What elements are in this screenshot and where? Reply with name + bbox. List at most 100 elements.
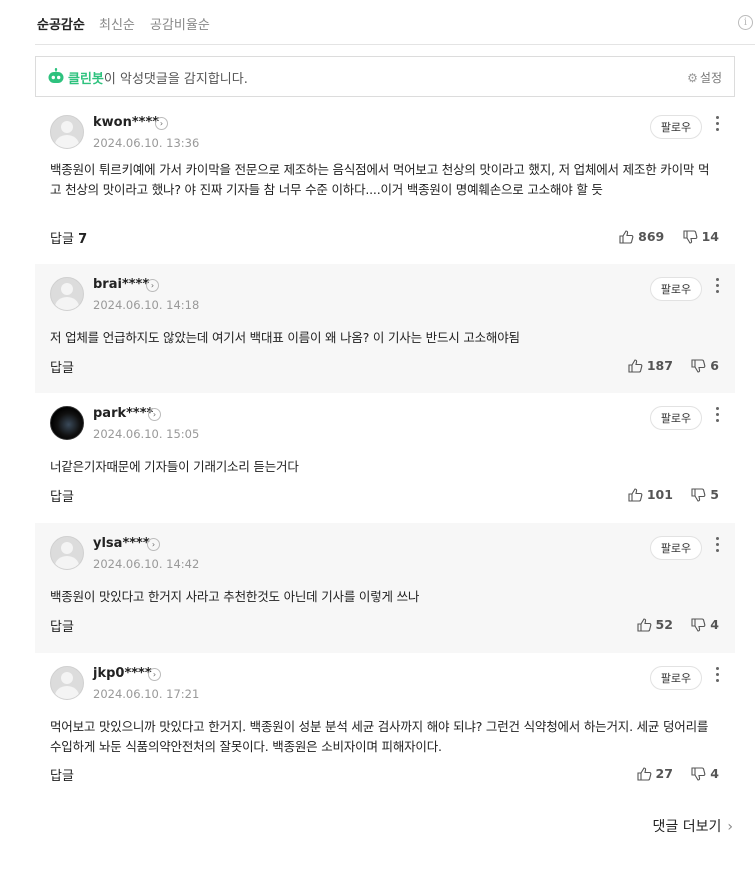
more-options-icon[interactable] <box>715 278 719 296</box>
dislike-button[interactable]: 4 <box>691 766 719 781</box>
reply-label: 답글 <box>50 490 74 505</box>
chevron-right-icon[interactable]: › <box>146 279 159 292</box>
sort-tab-latest[interactable]: 최신순 <box>99 14 135 33</box>
comment-nickname[interactable]: jkp0**** <box>93 666 152 681</box>
thumbs-up-icon <box>636 766 651 781</box>
more-options-icon[interactable] <box>715 116 719 134</box>
vote-group: 101 5 <box>614 487 719 505</box>
dislike-count: 4 <box>710 766 719 781</box>
reply-button[interactable]: 답글 <box>50 357 74 376</box>
thumbs-up-icon <box>619 229 634 244</box>
sort-tab-top-likes[interactable]: 순공감순 <box>37 14 85 33</box>
comment-item: park**** › 2024.06.10. 15:05 팔로우 너같은기자때문… <box>35 393 735 523</box>
settings-label: 설정 <box>699 71 722 85</box>
info-icon[interactable]: i <box>738 15 753 30</box>
reply-button[interactable]: 답글 <box>50 486 74 505</box>
like-count: 52 <box>655 617 673 632</box>
more-comments-label: 댓글 더보기 <box>652 819 722 835</box>
vote-group: 27 4 <box>623 766 719 784</box>
avatar[interactable] <box>50 406 84 440</box>
sort-bar: 순공감순 최신순 공감비율순 i <box>35 0 755 45</box>
reply-label: 답글 <box>50 361 74 376</box>
follow-button[interactable]: 팔로우 <box>650 406 702 430</box>
cleanbot-settings-button[interactable]: ⚙ 설정 <box>687 69 722 86</box>
follow-button[interactable]: 팔로우 <box>650 666 702 690</box>
cleanbot-message: 클린봇이 악성댓글을 감지합니다. <box>68 68 248 87</box>
thumbs-down-icon <box>691 617 706 632</box>
cleanbot-name: 클린봇 <box>68 72 104 87</box>
reply-button[interactable]: 답글 <box>50 616 74 635</box>
chevron-right-icon[interactable]: › <box>155 117 168 130</box>
vote-group: 52 4 <box>623 617 719 635</box>
reply-count: 7 <box>78 232 88 247</box>
comment-item: brai**** › 2024.06.10. 14:18 팔로우 저 업체를 언… <box>35 264 735 393</box>
avatar[interactable] <box>50 277 84 311</box>
comment-nickname[interactable]: park**** <box>93 406 153 421</box>
comment-nickname[interactable]: brai**** <box>93 277 149 292</box>
chevron-right-icon[interactable]: › <box>148 668 161 681</box>
like-button[interactable]: 101 <box>628 487 673 502</box>
like-button[interactable]: 52 <box>636 617 673 632</box>
comment-date: 2024.06.10. 15:05 <box>93 427 200 441</box>
avatar[interactable] <box>50 536 84 570</box>
dislike-count: 4 <box>710 617 719 632</box>
more-options-icon[interactable] <box>715 407 719 425</box>
thumbs-up-icon <box>628 487 643 502</box>
like-count: 869 <box>638 229 665 244</box>
follow-button[interactable]: 팔로우 <box>650 536 702 560</box>
cleanbot-banner: 클린봇이 악성댓글을 감지합니다. ⚙ 설정 <box>35 56 735 97</box>
thumbs-up-icon <box>636 617 651 632</box>
comment-date: 2024.06.10. 13:36 <box>93 136 200 150</box>
comment-nickname[interactable]: ylsa**** <box>93 536 150 551</box>
comment-date: 2024.06.10. 14:18 <box>93 298 200 312</box>
like-button[interactable]: 27 <box>636 766 673 781</box>
comment-text: 먹어보고 맛있으니까 맛있다고 한거지. 백종원이 성분 분석 세균 검사까지 … <box>50 719 709 754</box>
like-count: 101 <box>646 487 673 502</box>
chevron-right-icon: › <box>727 819 733 835</box>
thumbs-down-icon <box>683 229 697 244</box>
chevron-right-icon[interactable]: › <box>148 408 161 421</box>
comment-item: jkp0**** › 2024.06.10. 17:21 팔로우 먹어보고 맛있… <box>35 653 735 803</box>
like-count: 27 <box>655 766 673 781</box>
thumbs-down-icon <box>691 358 706 373</box>
avatar[interactable] <box>50 666 84 700</box>
gear-icon: ⚙ <box>687 71 698 85</box>
reply-label: 답글 <box>50 769 74 784</box>
more-options-icon[interactable] <box>715 667 719 685</box>
follow-button[interactable]: 팔로우 <box>650 277 702 301</box>
comment-text: 백종원이 맛있다고 한거지 사라고 추천한것도 아닌데 기사를 이렇게 쓰나 <box>50 589 420 604</box>
dislike-button[interactable]: 14 <box>683 229 719 244</box>
more-comments-button[interactable]: 댓글 더보기 › <box>653 816 733 836</box>
comment-text: 너같은기자때문에 기자들이 기래기소리 듣는거다 <box>50 459 299 474</box>
chevron-right-icon[interactable]: › <box>147 538 160 551</box>
dislike-button[interactable]: 5 <box>691 487 719 502</box>
like-count: 187 <box>646 358 673 373</box>
comment-text: 저 업체를 언급하지도 않았는데 여기서 백대표 이름이 왜 나옴? 이 기사는… <box>50 330 520 345</box>
more-options-icon[interactable] <box>715 537 719 555</box>
avatar[interactable] <box>50 115 84 149</box>
cleanbot-robot-icon <box>48 68 64 83</box>
reply-button[interactable]: 답글 7 <box>50 228 87 247</box>
thumbs-down-icon <box>691 766 706 781</box>
dislike-count: 5 <box>710 487 719 502</box>
comment-item: kwon**** › 2024.06.10. 13:36 팔로우 백종원이 튀르… <box>35 102 735 264</box>
comment-nickname[interactable]: kwon**** <box>93 115 159 130</box>
comment-date: 2024.06.10. 14:42 <box>93 557 200 571</box>
comment-item: ylsa**** › 2024.06.10. 14:42 팔로우 백종원이 맛있… <box>35 523 735 653</box>
reply-button[interactable]: 답글 <box>50 765 74 784</box>
like-button[interactable]: 187 <box>628 358 673 373</box>
vote-group: 187 6 <box>614 358 719 376</box>
reply-label: 답글 <box>50 620 74 635</box>
comment-text: 백종원이 튀르키예에 가서 카이막을 전문으로 제조하는 음식점에서 먹어보고 … <box>50 162 710 197</box>
dislike-button[interactable]: 6 <box>691 358 719 373</box>
vote-group: 869 14 <box>605 229 719 247</box>
dislike-count: 14 <box>701 229 719 244</box>
dislike-button[interactable]: 4 <box>691 617 719 632</box>
thumbs-up-icon <box>628 358 643 373</box>
thumbs-down-icon <box>691 487 706 502</box>
dislike-count: 6 <box>710 358 719 373</box>
cleanbot-message-text: 이 악성댓글을 감지합니다. <box>103 72 248 87</box>
like-button[interactable]: 869 <box>619 229 664 244</box>
follow-button[interactable]: 팔로우 <box>650 115 702 139</box>
sort-tab-like-ratio[interactable]: 공감비율순 <box>150 14 210 33</box>
